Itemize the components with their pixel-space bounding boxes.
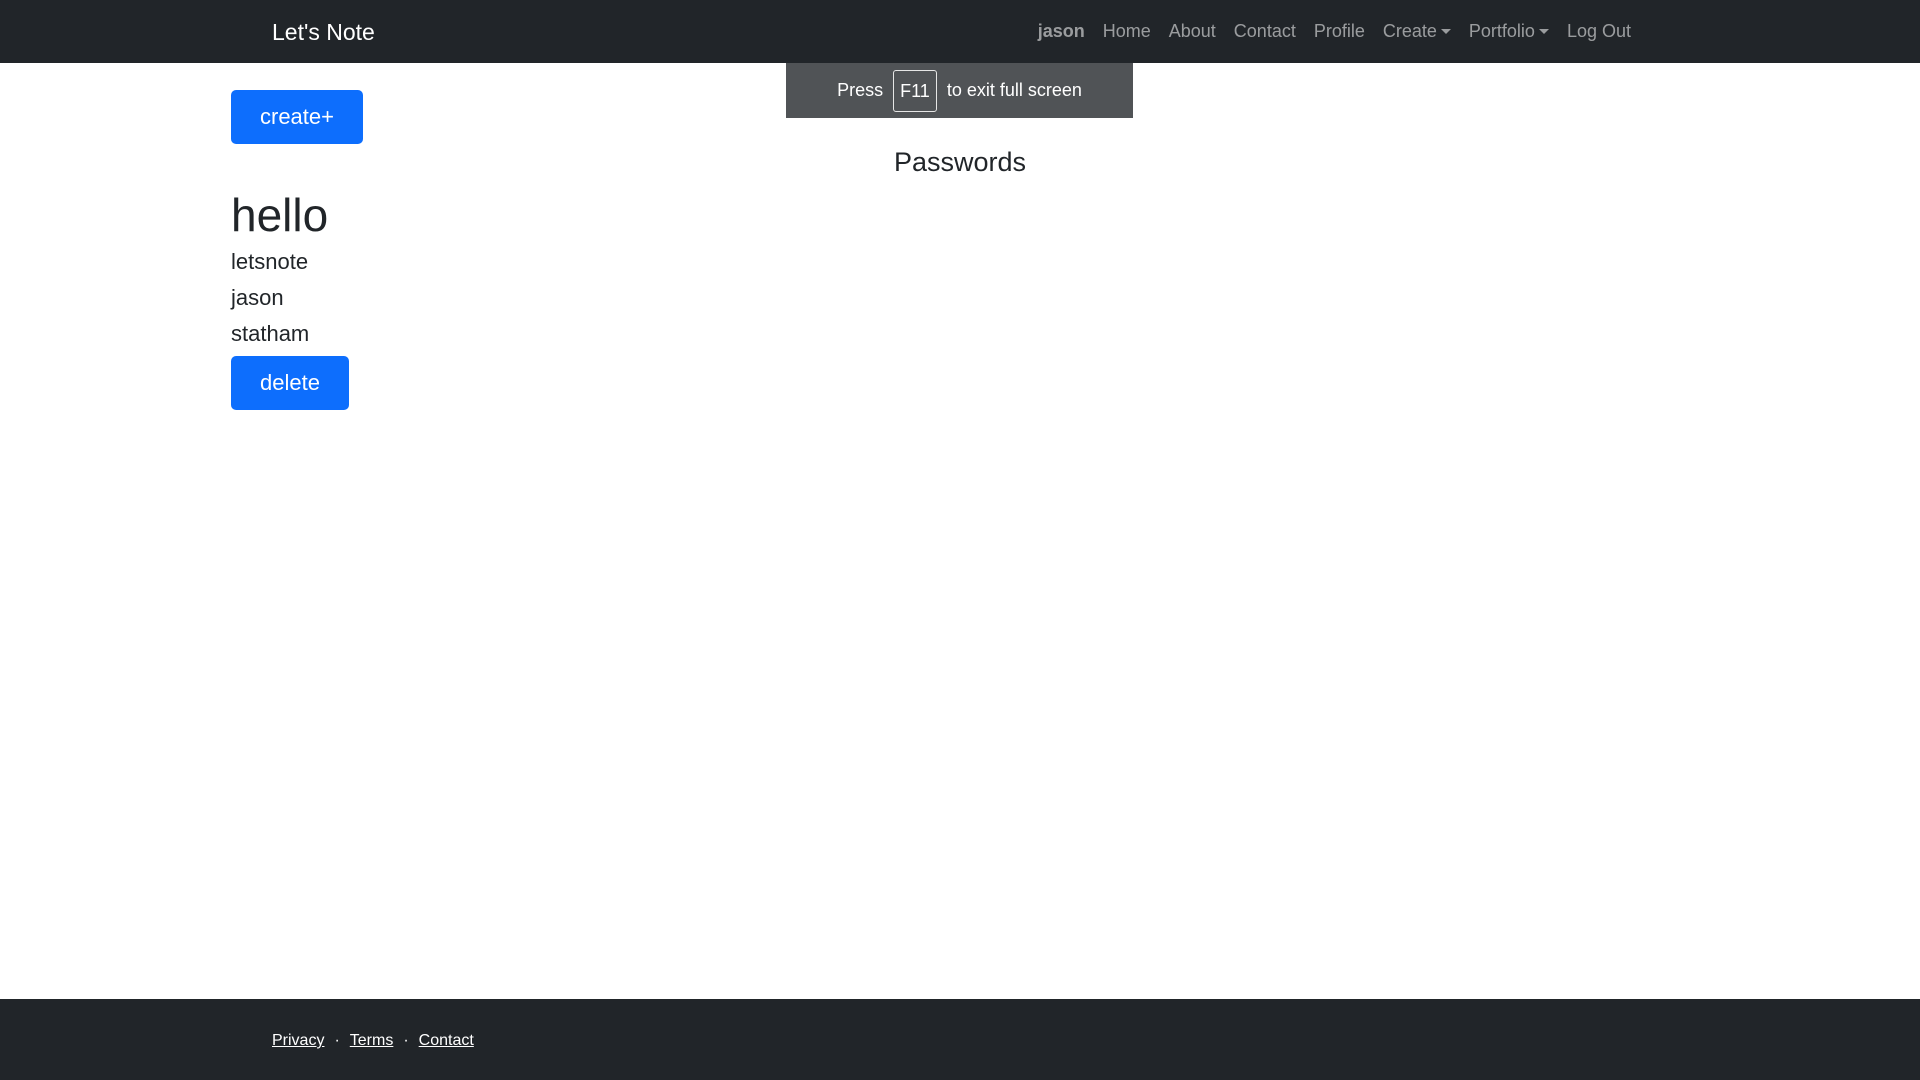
nav-home-label: Home [1102,21,1151,41]
fullscreen-exit-toast: Press F11 to exit full screen [786,63,1133,118]
nav-home-link[interactable]: Home [1094,0,1160,63]
note-line: jason [231,285,284,310]
create-button[interactable]: create+ [231,90,363,144]
footer-separator: · [334,1032,340,1049]
nav-profile-link[interactable]: Profile [1305,0,1374,63]
nav-logout-label: Log Out [1566,21,1631,41]
caret-down-icon [1538,29,1549,34]
footer-contact-link[interactable]: Contact [419,1031,474,1051]
nav-profile-label: Profile [1313,21,1365,41]
footer-separator: · [403,1032,409,1049]
nav-menu: jason Home About Contact Profile Create … [1029,0,1640,63]
caret-down-icon [1440,29,1451,34]
nav-about-label: About [1168,21,1216,41]
note-line: statham [231,321,310,346]
nav-logout-link[interactable]: Log Out [1558,0,1640,63]
nav-username: jason [1037,21,1085,41]
toast-text-before: Press [837,80,884,100]
footer-privacy-link[interactable]: Privacy [272,1031,324,1051]
nav-about-link[interactable]: About [1160,0,1225,63]
top-navbar: Let's Note jason Home About Contact Prof… [0,0,1920,63]
footer-links: Privacy · Terms · Contact [272,1031,474,1051]
footer: Privacy · Terms · Contact [0,999,1920,1080]
footer-terms-link[interactable]: Terms [350,1031,394,1051]
note-line: letsnote [231,249,309,274]
nav-contact-link[interactable]: Contact [1225,0,1305,63]
nav-portfolio-dropdown[interactable]: Portfolio [1460,0,1558,63]
page-title: Passwords [893,147,1027,177]
nav-create-label: Create [1382,21,1437,41]
nav-portfolio-label: Portfolio [1468,21,1535,41]
note-title: hello [231,189,329,241]
nav-create-dropdown[interactable]: Create [1374,0,1460,63]
f11-key-badge: F11 [893,69,937,112]
brand-link[interactable]: Let's Note [272,18,375,46]
delete-button[interactable]: delete [231,356,349,410]
toast-text-after: to exit full screen [946,80,1082,100]
nav-contact-label: Contact [1233,21,1296,41]
